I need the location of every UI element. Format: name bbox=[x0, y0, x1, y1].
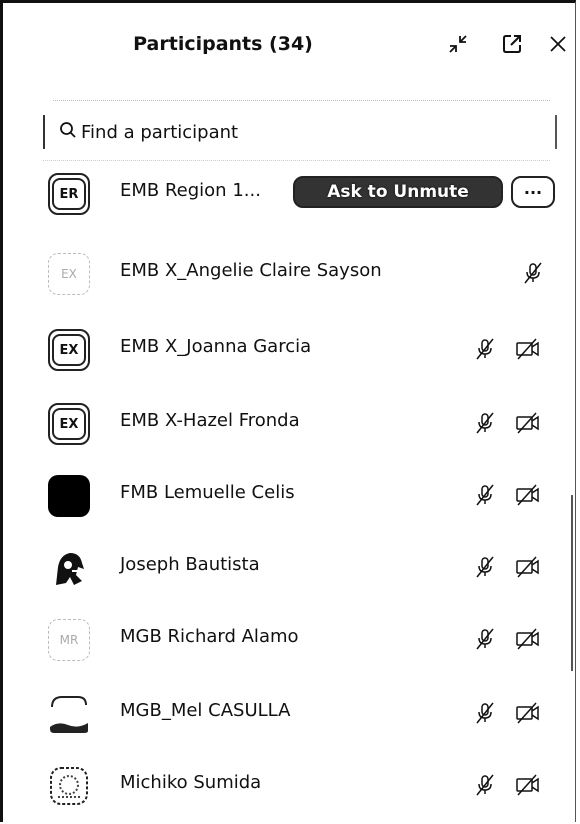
avatar bbox=[48, 547, 90, 589]
mic-muted-icon bbox=[473, 555, 497, 583]
participant-row[interactable]: MR MGB Richard Alamo bbox=[3, 609, 575, 669]
search-icon bbox=[59, 121, 77, 144]
search-input[interactable] bbox=[81, 121, 501, 143]
participant-name: FMB Lemuelle Celis bbox=[120, 482, 295, 503]
participant-row[interactable]: FMB Lemuelle Celis bbox=[3, 465, 575, 525]
participant-row[interactable]: Joseph Bautista bbox=[3, 537, 575, 597]
participant-name: Joseph Bautista bbox=[120, 554, 260, 575]
participant-name: MGB Richard Alamo bbox=[120, 626, 299, 647]
header-divider bbox=[53, 100, 550, 101]
participant-row[interactable]: ER EMB Region 1... Ask to Unmute ··· bbox=[3, 163, 575, 223]
panel-header: Participants (34) bbox=[3, 3, 575, 93]
participant-row[interactable]: EX EMB X_Angelie Claire Sayson bbox=[3, 243, 575, 303]
close-icon[interactable] bbox=[545, 31, 571, 57]
video-off-icon bbox=[515, 483, 541, 511]
participant-name: Michiko Sumida bbox=[120, 772, 262, 793]
participant-name: EMB X-Hazel Fronda bbox=[120, 410, 300, 431]
video-off-icon bbox=[515, 701, 541, 729]
mic-muted-icon bbox=[473, 627, 497, 655]
more-options-button[interactable]: ··· bbox=[511, 176, 555, 208]
participant-row[interactable]: Michiko Sumida bbox=[3, 755, 575, 815]
minimize-icon[interactable] bbox=[445, 31, 471, 57]
avatar: EX bbox=[48, 403, 90, 445]
mic-muted-icon bbox=[521, 261, 545, 289]
avatar bbox=[48, 475, 90, 517]
pop-out-icon[interactable] bbox=[499, 31, 525, 57]
search-underline bbox=[43, 160, 550, 161]
avatar bbox=[48, 765, 90, 807]
scrollbar[interactable] bbox=[571, 495, 573, 671]
participants-panel: Participants (34) Find a participant ER … bbox=[0, 0, 576, 822]
video-off-icon bbox=[515, 627, 541, 655]
video-off-icon bbox=[515, 555, 541, 583]
avatar: EX bbox=[48, 253, 90, 295]
video-off-icon bbox=[515, 337, 541, 365]
participant-row[interactable]: MGB_Mel CASULLA bbox=[3, 683, 575, 743]
avatar: ER bbox=[48, 173, 90, 215]
search-box[interactable] bbox=[43, 115, 557, 149]
participant-row[interactable]: EX EMB X-Hazel Fronda bbox=[3, 393, 575, 453]
mic-muted-icon bbox=[473, 483, 497, 511]
participant-name: EMB X_Joanna Garcia bbox=[120, 336, 312, 357]
mic-muted-icon bbox=[473, 337, 497, 365]
video-off-icon bbox=[515, 411, 541, 439]
video-off-icon bbox=[515, 773, 541, 801]
avatar: EX bbox=[48, 329, 90, 371]
participant-name: MGB_Mel CASULLA bbox=[120, 700, 291, 721]
participant-row[interactable]: EX EMB X_Joanna Garcia bbox=[3, 319, 575, 379]
avatar bbox=[48, 693, 90, 735]
mic-muted-icon bbox=[473, 701, 497, 729]
mic-muted-icon bbox=[473, 411, 497, 439]
ask-to-unmute-button[interactable]: Ask to Unmute bbox=[293, 176, 503, 208]
panel-title: Participants (34) bbox=[133, 33, 313, 55]
mic-muted-icon bbox=[473, 773, 497, 801]
participant-name: EMB X_Angelie Claire Sayson bbox=[120, 260, 382, 281]
avatar: MR bbox=[48, 619, 90, 661]
participant-name: EMB Region 1... bbox=[120, 180, 261, 201]
